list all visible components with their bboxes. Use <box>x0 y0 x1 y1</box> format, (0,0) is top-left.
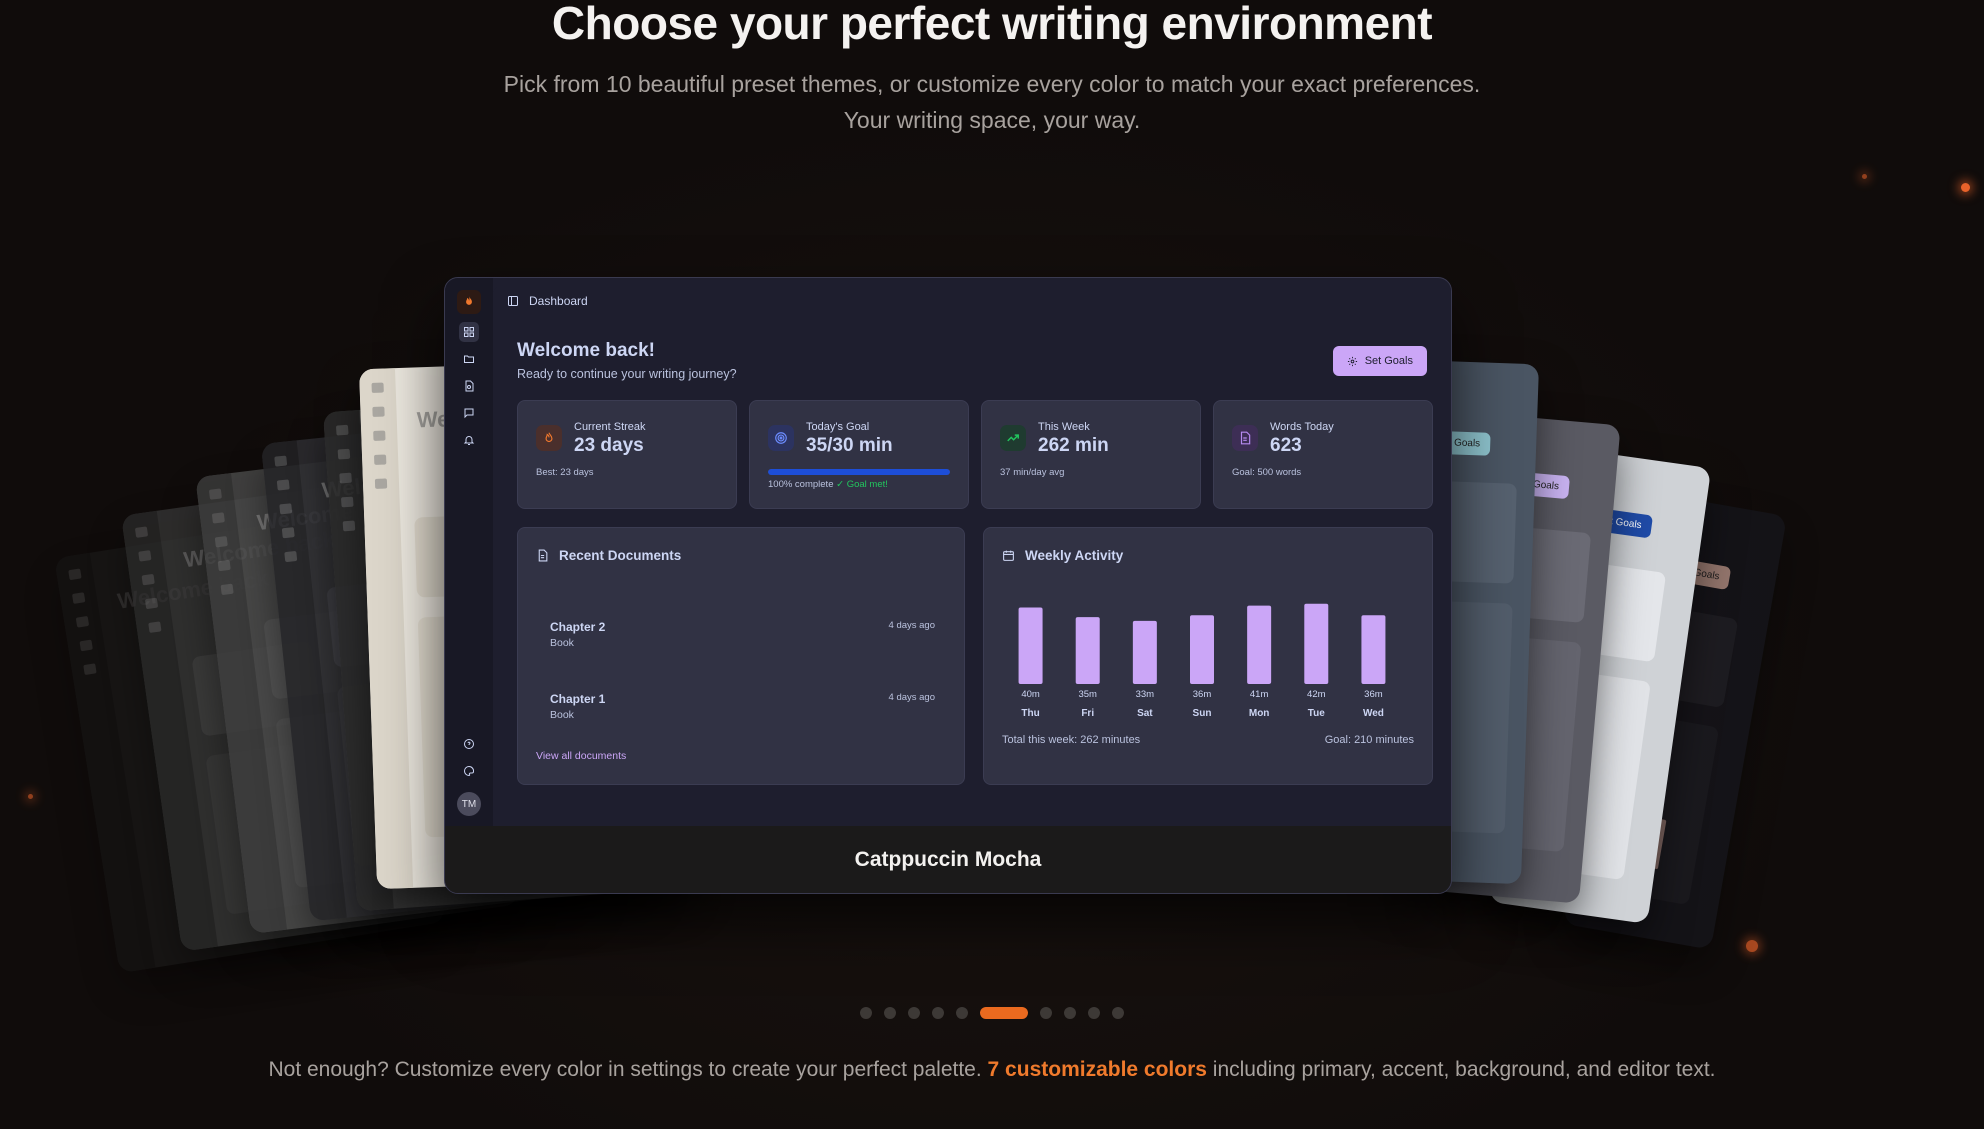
carousel-dot[interactable] <box>980 1007 1028 1019</box>
app-sidebar: TM <box>445 278 493 828</box>
carousel-pagination <box>0 1007 1984 1019</box>
carousel-dot[interactable] <box>1064 1007 1076 1019</box>
stat-label: Current Streak <box>574 421 646 433</box>
stat-card-streak: Current Streak 23 days Best: 23 days <box>517 400 737 509</box>
section-headline: Choose your perfect writing environment <box>551 0 1433 49</box>
ember-spark <box>1862 174 1867 179</box>
carousel-dot[interactable] <box>1088 1007 1100 1019</box>
folder-icon[interactable] <box>459 349 479 369</box>
theme-name-label: Catppuccin Mocha <box>445 826 1451 893</box>
carousel-dot[interactable] <box>1112 1007 1124 1019</box>
gear-icon <box>1347 356 1357 366</box>
chart-bar <box>1247 605 1272 684</box>
goal-progress-bar <box>768 469 950 475</box>
sidebar-toggle-icon[interactable] <box>507 295 519 307</box>
bar-value-label: 41m <box>1250 689 1269 700</box>
weekly-activity-panel: Weekly Activity 40m Thu 35m Fri 33m Sat 36m Sun… <box>983 527 1433 785</box>
chart-bar <box>1190 615 1214 684</box>
bar-value-label: 35m <box>1078 689 1097 700</box>
dashboard-grid-icon[interactable] <box>459 322 479 342</box>
stat-card-goal: Today's Goal 35/30 min 100% complete ✓ G… <box>749 400 969 509</box>
trending-up-icon <box>1000 425 1026 451</box>
dashboard-content: Dashboard Welcome back! Ready to continu… <box>493 286 1451 822</box>
stat-footnote: Goal: 500 words <box>1232 467 1302 478</box>
x-tick-label: Tue <box>1308 708 1325 719</box>
stat-card-words: Words Today 623 Goal: 500 words <box>1213 400 1433 509</box>
section-subhead: Pick from 10 beautiful preset themes, or… <box>503 71 1481 133</box>
bar-value-label: 36m <box>1364 689 1383 700</box>
x-tick-label: Sun <box>1193 708 1212 719</box>
ember-spark <box>1746 940 1758 952</box>
x-tick-label: Thu <box>1021 708 1039 719</box>
customize-note: Not enough? Customize every color in set… <box>268 1058 1716 1081</box>
bar-value-label: 42m <box>1307 689 1326 700</box>
ember-spark <box>1961 183 1970 192</box>
stat-label: This Week <box>1038 421 1090 433</box>
page-title: Welcome back! <box>517 340 655 361</box>
palette-icon[interactable] <box>459 761 479 781</box>
bar-value-label: 33m <box>1136 689 1155 700</box>
chart-bar <box>1132 620 1157 684</box>
list-item[interactable]: Chapter 1 Book 4 days ago <box>550 692 935 721</box>
chart-bar <box>1361 615 1386 684</box>
x-tick-label: Fri <box>1081 708 1094 719</box>
chart-bar <box>1304 603 1329 684</box>
bar-value-label: 36m <box>1193 689 1212 700</box>
x-tick-label: Wed <box>1363 708 1384 719</box>
stat-value: 262 min <box>1038 435 1109 456</box>
panel-title: Recent Documents <box>536 548 681 563</box>
stat-footnote: Best: 23 days <box>536 467 594 478</box>
breadcrumb-dashboard[interactable]: Dashboard <box>529 294 588 308</box>
carousel-dot[interactable] <box>956 1007 968 1019</box>
x-tick-label: Mon <box>1249 708 1270 719</box>
list-item[interactable]: Chapter 2 Book 4 days ago <box>550 620 935 649</box>
carousel-dot[interactable] <box>932 1007 944 1019</box>
customizable-colors-highlight: 7 customizable colors <box>987 1058 1207 1081</box>
view-all-documents-link[interactable]: View all documents <box>536 750 626 762</box>
bell-icon[interactable] <box>459 430 479 450</box>
flame-icon <box>536 425 562 451</box>
carousel-dot[interactable] <box>884 1007 896 1019</box>
weekly-total: Total this week: 262 minutes <box>1002 734 1141 746</box>
stat-footnote: 37 min/day avg <box>1000 467 1065 478</box>
calendar-icon <box>1003 550 1014 561</box>
carousel-dot[interactable] <box>1040 1007 1052 1019</box>
stat-value: 23 days <box>574 435 644 456</box>
stat-value: 623 <box>1270 435 1302 456</box>
stat-label: Today's Goal <box>806 421 870 433</box>
theme-card-active[interactable]: TM Dashboard Welcome back! Ready to cont… <box>444 277 1452 894</box>
carousel-dot[interactable] <box>860 1007 872 1019</box>
file-text-icon <box>538 549 548 562</box>
weekly-activity-chart: 40m Thu 35m Fri 33m Sat 36m Sun 41m Mon 42m Tue 36m W… <box>1018 603 1386 719</box>
bar-value-label: 40m <box>1021 689 1040 700</box>
stat-label: Words Today <box>1270 421 1334 433</box>
chart-bar <box>1018 607 1043 684</box>
flame-logo-icon[interactable] <box>457 290 481 314</box>
message-icon[interactable] <box>459 403 479 423</box>
stat-footnote: 100% complete ✓ Goal met! <box>768 479 888 490</box>
carousel-dot[interactable] <box>908 1007 920 1019</box>
x-tick-label: Sat <box>1137 708 1153 719</box>
help-chat-icon[interactable] <box>459 734 479 754</box>
weekly-goal: Goal: 210 minutes <box>1324 734 1414 746</box>
ember-spark <box>28 794 33 799</box>
breadcrumb: Dashboard <box>507 294 588 308</box>
stat-card-week: This Week 262 min 37 min/day avg <box>981 400 1201 509</box>
chart-bar <box>1075 617 1100 684</box>
document-icon <box>1232 425 1258 451</box>
stat-value: 35/30 min <box>806 435 893 456</box>
page-subtitle: Ready to continue your writing journey? <box>517 367 737 381</box>
panel-title: Weekly Activity <box>1002 548 1123 563</box>
recent-documents-panel: Recent Documents Chapter 2 Book 4 days a… <box>517 527 965 785</box>
file-search-icon[interactable] <box>459 376 479 396</box>
set-goals-button[interactable]: Set Goals <box>1332 346 1427 376</box>
target-icon <box>768 425 794 451</box>
avatar[interactable]: TM <box>457 792 481 816</box>
